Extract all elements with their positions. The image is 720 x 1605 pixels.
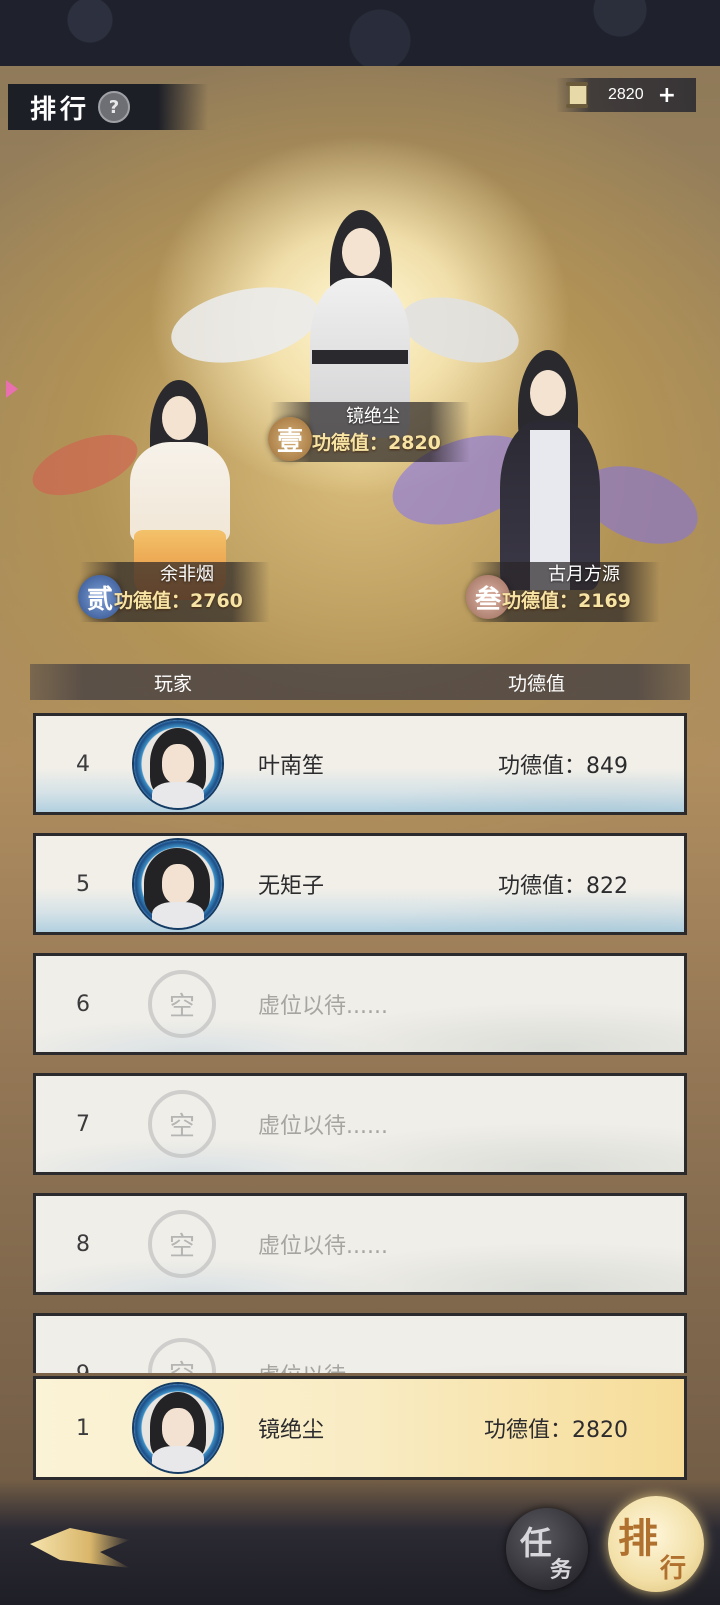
row-rank: 7 bbox=[76, 1111, 90, 1137]
merit-column-header: 功德值 bbox=[508, 672, 566, 695]
rank-3-score: 功德值：2169 bbox=[502, 590, 631, 612]
rank-3-nameplate: 叁 古月方源 功德值：2169 bbox=[466, 564, 660, 622]
rank-1-score: 功德值：2820 bbox=[312, 432, 441, 454]
my-rank: 1 bbox=[76, 1415, 90, 1441]
rank-1-badge: 壹 bbox=[268, 417, 312, 461]
my-avatar[interactable] bbox=[134, 1384, 222, 1472]
page-title: 排行 bbox=[30, 94, 91, 125]
ranking-row-empty: 6 空 虚位以待...... bbox=[33, 953, 687, 1055]
row-placeholder-text: 虚位以待...... bbox=[258, 1234, 388, 1259]
row-rank: 8 bbox=[76, 1231, 90, 1257]
rank-1-name: 镜绝尘 bbox=[346, 406, 400, 427]
ranking-row[interactable]: 4 叶南笙 功德值：849 bbox=[33, 713, 687, 815]
row-placeholder-text: 虚位以待 bbox=[258, 1326, 346, 1373]
rank-2-nameplate: 贰 余非烟 功德值：2760 bbox=[78, 564, 272, 622]
row-placeholder-text: 虚位以待...... bbox=[258, 1114, 388, 1139]
player-avatar[interactable] bbox=[134, 840, 222, 928]
ranking-button[interactable]: 排 行 bbox=[608, 1496, 704, 1592]
ranking-button-char-2: 行 bbox=[660, 1554, 687, 1584]
row-rank: 6 bbox=[76, 991, 90, 1017]
empty-slot-emblem-icon: 空 bbox=[148, 1090, 216, 1158]
top-status-band bbox=[0, 0, 720, 66]
rank-3-name: 古月方源 bbox=[548, 564, 620, 585]
empty-slot-emblem-icon: 空 bbox=[148, 1338, 216, 1373]
ranking-row-empty: 7 空 虚位以待...... bbox=[33, 1073, 687, 1175]
row-rank: 4 bbox=[76, 751, 90, 777]
row-rank: 9 bbox=[76, 1326, 90, 1374]
ranking-row-empty: 9 空 虚位以待 bbox=[33, 1313, 687, 1373]
empty-slot-emblem-icon: 空 bbox=[148, 1210, 216, 1278]
rank-1-nameplate: 壹 镜绝尘 功德值：2820 bbox=[268, 406, 462, 464]
row-merit-score: 功德值：822 bbox=[498, 874, 628, 899]
my-player-name: 镜绝尘 bbox=[258, 1418, 325, 1443]
title-bar: 排行 ? bbox=[8, 84, 208, 130]
row-player-name: 叶南笙 bbox=[258, 754, 325, 779]
rank-2-score: 功德值：2760 bbox=[114, 590, 243, 612]
help-icon[interactable]: ? bbox=[98, 91, 131, 123]
currency-value: 2820 bbox=[608, 86, 644, 103]
task-button-char-2: 务 bbox=[550, 1557, 573, 1583]
row-rank: 5 bbox=[76, 871, 90, 897]
row-placeholder-text: 虚位以待...... bbox=[258, 994, 388, 1019]
ranking-button-char-1: 排 bbox=[618, 1515, 658, 1562]
ranking-row-empty: 8 空 虚位以待...... bbox=[33, 1193, 687, 1295]
ranking-row[interactable]: 5 无矩子 功德值：822 bbox=[33, 833, 687, 935]
side-expand-arrow-icon[interactable] bbox=[6, 380, 18, 398]
empty-slot-emblem-icon: 空 bbox=[148, 970, 216, 1038]
row-player-name: 无矩子 bbox=[258, 874, 325, 899]
add-currency-button[interactable]: + bbox=[658, 83, 676, 108]
task-button[interactable]: 任 务 bbox=[506, 1508, 588, 1590]
player-column-header: 玩家 bbox=[154, 672, 193, 695]
task-button-char-1: 任 bbox=[520, 1524, 553, 1562]
my-ranking-row[interactable]: 1 镜绝尘 功德值：2820 bbox=[33, 1376, 687, 1480]
scroll-icon bbox=[566, 82, 588, 108]
player-avatar[interactable] bbox=[134, 720, 222, 808]
row-merit-score: 功德值：849 bbox=[498, 754, 628, 779]
my-merit-score: 功德值：2820 bbox=[484, 1418, 628, 1443]
currency-counter: 2820 + bbox=[556, 78, 696, 112]
rank-2-name: 余非烟 bbox=[160, 564, 214, 585]
list-header: 玩家 功德值 bbox=[30, 664, 690, 700]
